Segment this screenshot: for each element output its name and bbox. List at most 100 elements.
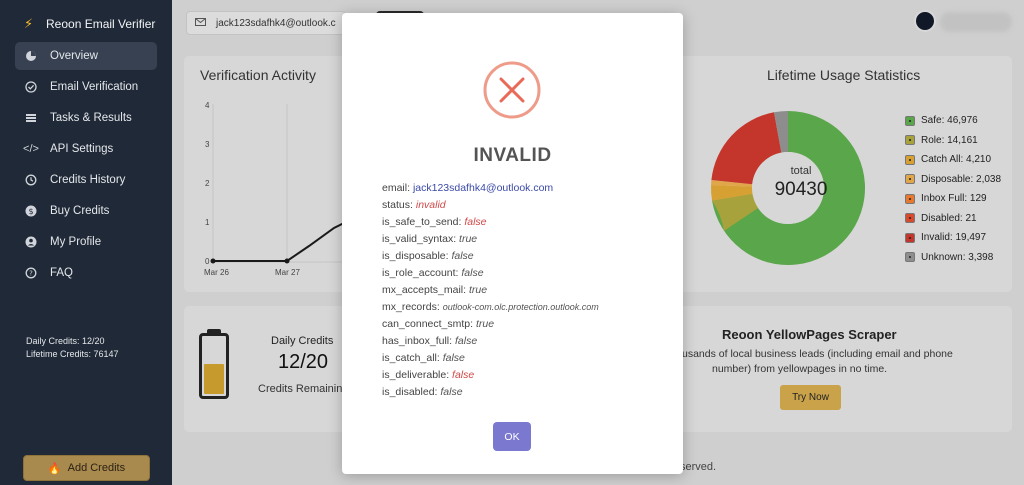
legend-label: Safe: 46,976 — [921, 115, 978, 127]
credits-card-value: 12/20 — [278, 351, 329, 373]
usage-title: Lifetime Usage Statistics — [767, 67, 921, 83]
user-icon — [24, 235, 38, 249]
legend-item-unknown[interactable]: Unknown: 3,398 — [905, 248, 1001, 268]
sidebar-item-label: My Profile — [50, 236, 102, 248]
detail-has-inbox-full: has_inbox_full: false — [382, 335, 478, 347]
sidebar-item-credits-history[interactable]: Credits History — [15, 166, 157, 194]
legend-swatch — [905, 193, 915, 204]
legend-swatch — [905, 115, 915, 126]
y-tick: 0 — [205, 257, 210, 266]
legend-swatch — [905, 252, 915, 263]
scraper-title: Reoon YellowPages Scraper — [722, 327, 897, 342]
scraper-description-2: number) from yellowpages in no time. — [712, 363, 888, 375]
result-details: email: jack123sdafhk4@outlook.com status… — [382, 180, 672, 401]
sidebar-item-label: Email Verification — [50, 81, 139, 93]
add-credits-label: Add Credits — [67, 462, 126, 474]
sidebar-item-label: Credits History — [50, 174, 126, 186]
legend-label: Disposable: 2,038 — [921, 173, 1002, 185]
legend-label: Unknown: 3,398 — [921, 251, 994, 263]
legend-swatch — [905, 154, 915, 165]
detail-status: status: invalid — [382, 199, 446, 211]
legend-item-inbox-full[interactable]: Inbox Full: 129 — [905, 189, 1001, 209]
activity-series-line — [213, 217, 354, 262]
svg-text:$: $ — [28, 207, 33, 216]
history-icon — [24, 173, 38, 187]
avatar[interactable] — [914, 10, 936, 32]
legend-label: Role: 14,161 — [921, 134, 978, 146]
sidebar-nav: Overview Email Verification Tasks & Resu… — [15, 42, 157, 290]
sidebar: ⚡ Reoon Email Verifier Overview Email Ve… — [0, 0, 172, 485]
battery-fill — [204, 364, 224, 394]
brand[interactable]: ⚡ Reoon Email Verifier — [24, 16, 155, 32]
x-tick: Mar 26 — [204, 268, 229, 277]
legend-item-catch-all[interactable]: Catch All: 4,210 — [905, 150, 1001, 170]
ok-button[interactable]: OK — [493, 422, 531, 451]
sidebar-item-overview[interactable]: Overview — [15, 42, 157, 70]
detail-email: email: jack123sdafhk4@outlook.com — [382, 182, 554, 194]
app-name: Reoon Email Verifier — [46, 17, 156, 31]
legend-item-role[interactable]: Role: 14,161 — [905, 131, 1001, 151]
detail-is-catch-all: is_catch_all: false — [382, 352, 465, 364]
detail-is-safe-to-send: is_safe_to_send: false — [382, 216, 487, 228]
search-input-value: jack123sdafhk4@outlook.c — [216, 17, 336, 29]
activity-chart — [210, 104, 354, 264]
y-tick: 3 — [205, 140, 210, 149]
legend-label: Catch All: 4,210 — [921, 154, 992, 166]
sidebar-item-email-verification[interactable]: Email Verification — [15, 73, 157, 101]
legend-swatch — [905, 135, 915, 146]
legend-item-disabled[interactable]: Disabled: 21 — [905, 209, 1001, 229]
sidebar-item-label: Overview — [50, 50, 98, 62]
legend-label: Inbox Full: 129 — [921, 193, 987, 205]
credits-card-title: Daily Credits — [271, 335, 334, 347]
legend-item-invalid[interactable]: Invalid: 19,497 — [905, 228, 1001, 248]
detail-is-role-account: is_role_account: false — [382, 267, 484, 279]
legend-swatch — [905, 232, 915, 243]
try-now-button[interactable]: Try Now — [780, 385, 841, 410]
detail-is-valid-syntax: is_valid_syntax: true — [382, 233, 478, 245]
detail-is-disposable: is_disposable: false — [382, 250, 474, 262]
sidebar-item-my-profile[interactable]: My Profile — [15, 228, 157, 256]
dollar-icon: $ — [24, 204, 38, 218]
activity-point — [210, 258, 216, 264]
pie-chart-icon — [24, 49, 38, 63]
fire-icon: 🔥 — [47, 462, 62, 475]
daily-credits-text: Daily Credits: 12/20 — [26, 336, 105, 346]
sidebar-item-label: FAQ — [50, 267, 74, 279]
sidebar-item-label: Buy Credits — [50, 205, 110, 217]
legend-label: Invalid: 19,497 — [921, 232, 987, 244]
list-icon — [24, 111, 38, 125]
sidebar-item-buy-credits[interactable]: $ Buy Credits — [15, 197, 157, 225]
email-search-input[interactable]: jack123sdafhk4@outlook.c — [186, 11, 346, 35]
sidebar-item-tasks[interactable]: Tasks & Results — [15, 104, 157, 132]
lightning-icon: ⚡ — [24, 16, 34, 31]
sidebar-item-faq[interactable]: ? FAQ — [15, 259, 157, 287]
detail-mx-records: mx_records: outlook-com.olc.protection.o… — [382, 301, 599, 313]
error-x-icon — [483, 61, 541, 119]
modal-title: INVALID — [473, 145, 552, 166]
scraper-description-1: usands of local business leads (includin… — [682, 348, 953, 360]
legend-label: Disabled: 21 — [921, 212, 977, 224]
detail-is-disabled: is_disabled: false — [382, 386, 463, 398]
sidebar-item-label: API Settings — [50, 143, 114, 155]
x-tick: Mar 27 — [275, 268, 300, 277]
footer-text: served. — [680, 461, 717, 473]
scraper-card: Reoon YellowPages Scraper usands of loca… — [676, 306, 1012, 432]
add-credits-button[interactable]: 🔥 Add Credits — [23, 455, 150, 481]
y-tick: 2 — [205, 179, 210, 188]
sidebar-item-api-settings[interactable]: </> API Settings — [15, 135, 157, 163]
user-name-blurred — [940, 12, 1012, 32]
usage-legend: Safe: 46,976 Role: 14,161 Catch All: 4,2… — [905, 111, 1001, 267]
detail-can-connect-smtp: can_connect_smtp: true — [382, 318, 495, 330]
legend-item-safe[interactable]: Safe: 46,976 — [905, 111, 1001, 131]
verification-activity-card: Verification Activity 4 3 2 1 0 Mar 26 M… — [184, 56, 354, 292]
mail-icon — [195, 17, 206, 29]
activity-point — [284, 258, 290, 264]
legend-swatch — [905, 174, 915, 185]
battery-icon — [199, 333, 229, 399]
donut-total-label: total — [790, 165, 812, 177]
detail-is-deliverable: is_deliverable: false — [382, 369, 475, 381]
lifetime-credits-text: Lifetime Credits: 76147 — [26, 349, 119, 359]
svg-text:?: ? — [29, 270, 33, 278]
legend-item-disposable[interactable]: Disposable: 2,038 — [905, 170, 1001, 190]
credits-summary: Daily Credits: 12/20 Lifetime Credits: 7… — [26, 335, 119, 361]
